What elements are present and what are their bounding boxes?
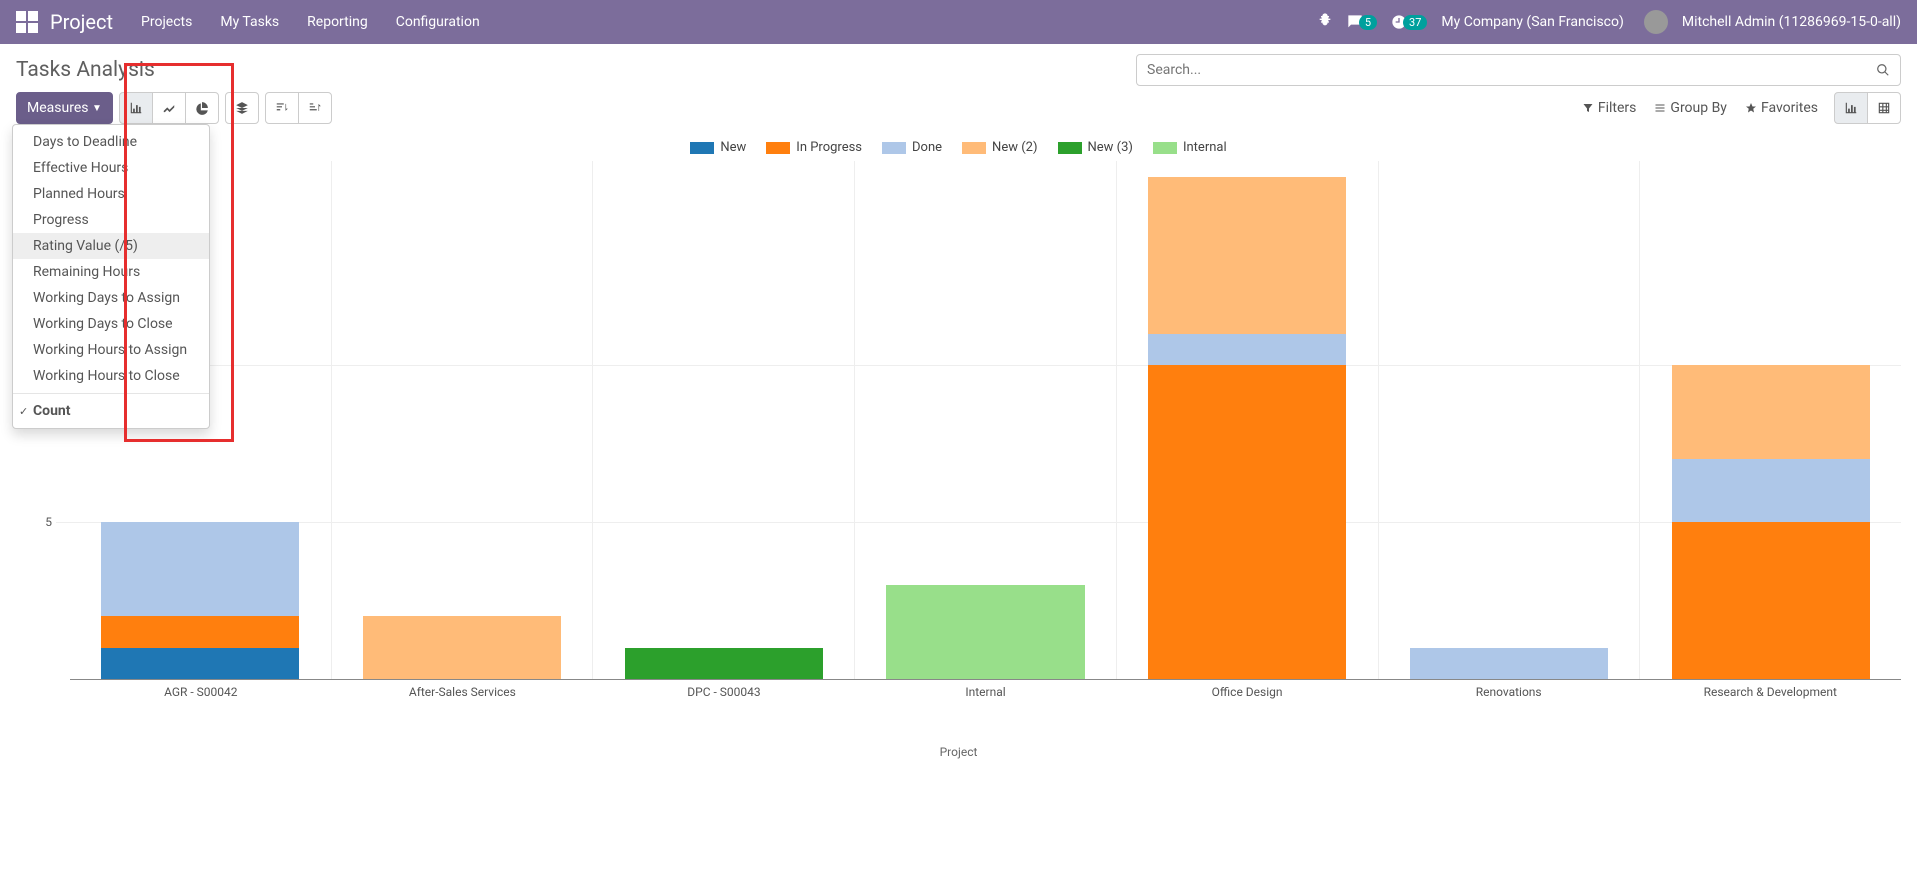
x-tick: Office Design	[1116, 679, 1378, 721]
bar-segment[interactable]	[1148, 177, 1346, 334]
x-axis-label: Project	[16, 745, 1901, 759]
chart-type-group	[119, 92, 219, 124]
measure-option[interactable]: Planned Hours	[13, 181, 209, 207]
x-tick: After-Sales Services	[332, 679, 594, 721]
bug-icon[interactable]	[1317, 12, 1333, 32]
plot-area: Count 510AGR - S00042After-Sales Service…	[56, 161, 1901, 721]
avatar[interactable]	[1644, 10, 1668, 34]
nav-configuration[interactable]: Configuration	[396, 14, 480, 30]
legend-item[interactable]: Internal	[1153, 140, 1227, 155]
measure-option[interactable]: Working Days to Assign	[13, 285, 209, 311]
page-title: Tasks Analysis	[16, 58, 155, 82]
top-navbar: Project Projects My Tasks Reporting Conf…	[0, 0, 1917, 44]
sort-desc-button[interactable]	[265, 92, 299, 124]
legend: New In Progress Done New (2) New (3) Internal	[16, 140, 1901, 155]
bar-segment[interactable]	[1148, 365, 1346, 679]
nav-links: Projects My Tasks Reporting Configuratio…	[141, 14, 480, 30]
legend-item[interactable]: Done	[882, 140, 942, 155]
measures-button[interactable]: Measures ▼	[16, 92, 113, 124]
legend-item[interactable]: New (3)	[1058, 140, 1133, 155]
company-selector[interactable]: My Company (San Francisco)	[1441, 14, 1623, 30]
measure-option[interactable]: Rating Value (/5)	[13, 233, 209, 259]
search-box[interactable]	[1136, 54, 1901, 86]
measure-count[interactable]: ✓Count	[13, 398, 209, 424]
favorites-button[interactable]: Favorites	[1745, 100, 1818, 116]
y-tick: 5	[28, 515, 52, 529]
measure-option[interactable]: Remaining Hours	[13, 259, 209, 285]
nav-my-tasks[interactable]: My Tasks	[220, 14, 279, 30]
bar-segment[interactable]	[1672, 459, 1870, 522]
bar-segment[interactable]	[1410, 648, 1608, 679]
pie-chart-button[interactable]	[185, 92, 219, 124]
nav-right: 5 37 My Company (San Francisco) Mitchell…	[1317, 10, 1901, 34]
x-tick: Internal	[855, 679, 1117, 721]
bar-segment[interactable]	[101, 616, 299, 647]
measure-option[interactable]: Progress	[13, 207, 209, 233]
measure-option[interactable]: Working Hours to Assign	[13, 337, 209, 363]
measure-option[interactable]: Effective Hours	[13, 155, 209, 181]
bar-segment[interactable]	[363, 616, 561, 679]
activities-icon[interactable]: 37	[1391, 14, 1427, 30]
activities-badge: 37	[1403, 15, 1427, 30]
bar-segment[interactable]	[886, 585, 1084, 679]
bar-segment[interactable]	[1148, 334, 1346, 365]
sort-group	[265, 92, 332, 124]
x-tick: Research & Development	[1639, 679, 1901, 721]
toolbar-right: Filters Group By Favorites	[1582, 92, 1901, 124]
messages-badge: 5	[1359, 15, 1377, 30]
pivot-view-button[interactable]	[1867, 92, 1901, 124]
x-tick: DPC - S00043	[593, 679, 855, 721]
app-brand[interactable]: Project	[50, 10, 113, 34]
measure-option[interactable]: Working Days to Close	[13, 311, 209, 337]
nav-projects[interactable]: Projects	[141, 14, 192, 30]
toolbar-left: Measures ▼ Days to DeadlineEffective Hou…	[16, 92, 332, 124]
bar-segment[interactable]	[1672, 522, 1870, 679]
graph-view-button[interactable]	[1834, 92, 1868, 124]
view-switch	[1834, 92, 1901, 124]
bar-chart-button[interactable]	[119, 92, 153, 124]
legend-item[interactable]: In Progress	[766, 140, 862, 155]
messages-icon[interactable]: 5	[1347, 14, 1377, 30]
stacked-button[interactable]	[225, 92, 259, 124]
search-input[interactable]	[1147, 62, 1876, 78]
bar-segment[interactable]	[1672, 365, 1870, 459]
bar-segment[interactable]	[625, 648, 823, 679]
x-tick: Renovations	[1378, 679, 1640, 721]
legend-item[interactable]: New	[690, 140, 746, 155]
line-chart-button[interactable]	[152, 92, 186, 124]
filters-button[interactable]: Filters	[1582, 100, 1637, 116]
user-menu[interactable]: Mitchell Admin (11286969-15-0-all)	[1682, 14, 1901, 30]
group-by-button[interactable]: Group By	[1654, 100, 1727, 116]
measures-dropdown: Days to DeadlineEffective HoursPlanned H…	[12, 124, 210, 429]
bar-segment[interactable]	[101, 648, 299, 679]
search-icon[interactable]	[1876, 63, 1890, 77]
measure-option[interactable]: Working Hours to Close	[13, 363, 209, 389]
control-panel: Tasks Analysis Measures ▼ Days to Deadli…	[0, 44, 1917, 130]
nav-reporting[interactable]: Reporting	[307, 14, 368, 30]
sort-asc-button[interactable]	[298, 92, 332, 124]
chart: New In Progress Done New (2) New (3) Internal…	[0, 130, 1917, 759]
bar-segment[interactable]	[101, 522, 299, 616]
apps-icon[interactable]	[16, 11, 38, 33]
legend-item[interactable]: New (2)	[962, 140, 1037, 155]
measure-option[interactable]: Days to Deadline	[13, 129, 209, 155]
x-tick: AGR - S00042	[70, 679, 332, 721]
